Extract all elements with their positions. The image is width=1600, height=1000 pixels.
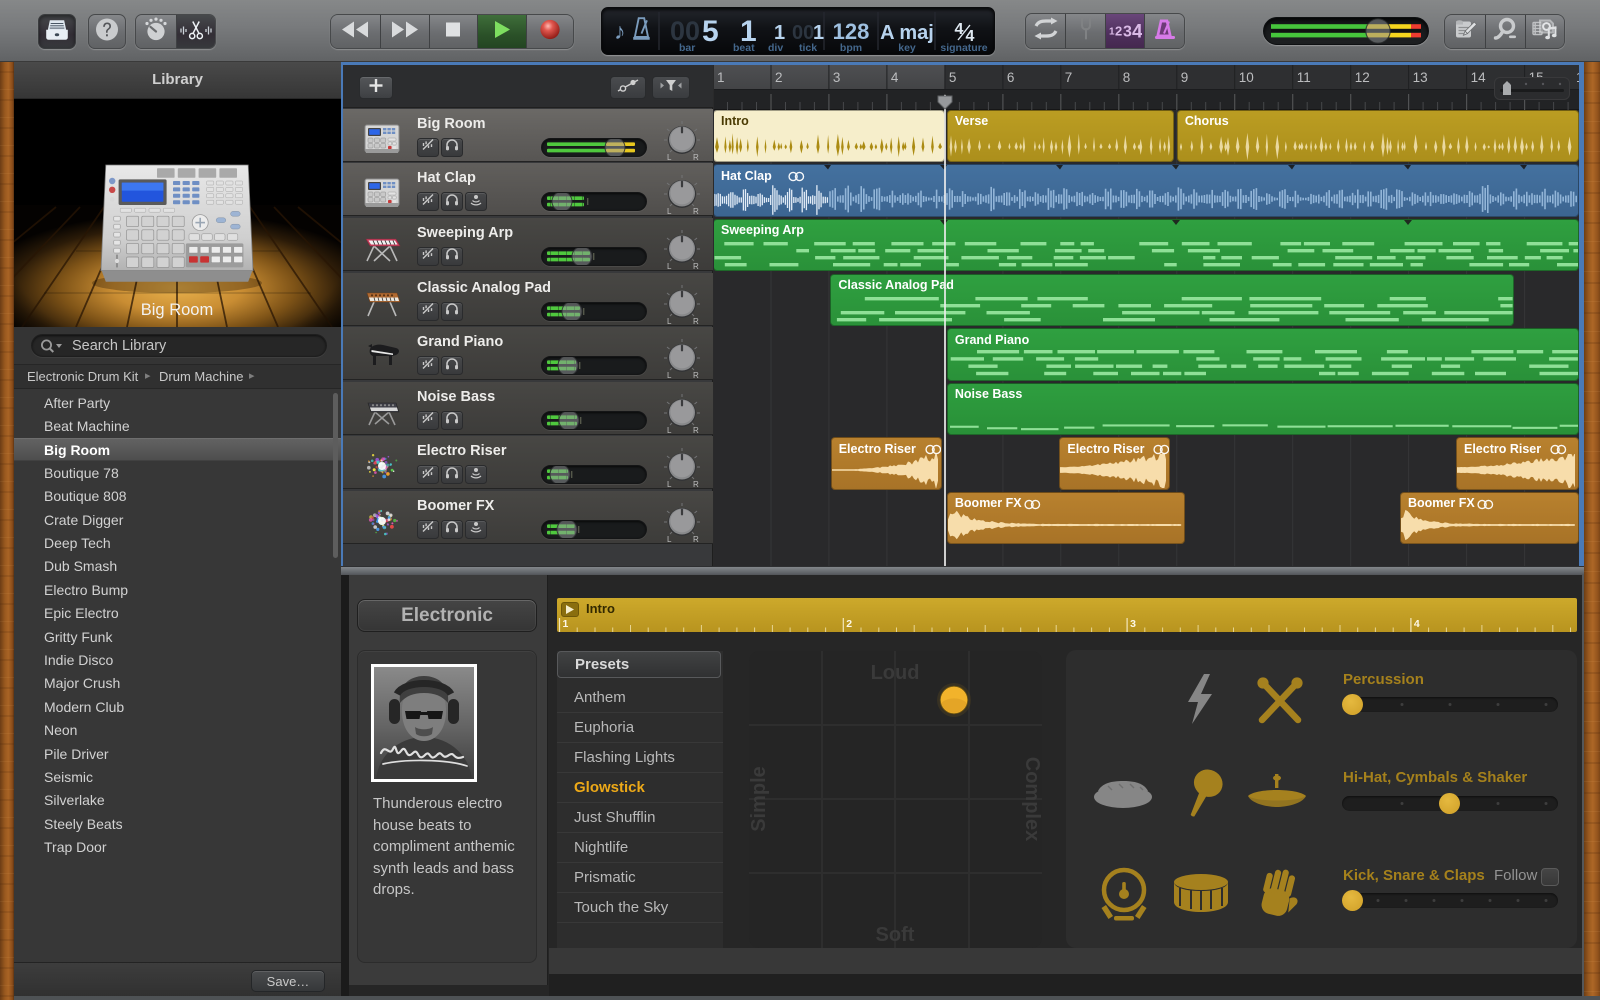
svg-text:00: 00 bbox=[792, 22, 814, 44]
svg-text:L: L bbox=[667, 371, 672, 380]
svg-text:10: 10 bbox=[1239, 70, 1254, 85]
svg-text:A maj: A maj bbox=[880, 22, 934, 44]
svg-text:6: 6 bbox=[1007, 70, 1015, 85]
svg-text:4: 4 bbox=[891, 70, 899, 85]
svg-text:4: 4 bbox=[1414, 618, 1420, 630]
svg-text:Big Room: Big Room bbox=[141, 301, 213, 319]
svg-text:♪: ♪ bbox=[614, 18, 626, 44]
svg-text:tick: tick bbox=[799, 42, 817, 54]
svg-text:R: R bbox=[693, 207, 699, 216]
svg-text:L: L bbox=[667, 535, 672, 544]
svg-text:13: 13 bbox=[1413, 70, 1428, 85]
svg-text:5: 5 bbox=[949, 70, 957, 85]
svg-text:key: key bbox=[898, 42, 916, 54]
svg-text:bar: bar bbox=[679, 42, 695, 54]
svg-text:9: 9 bbox=[1181, 70, 1189, 85]
svg-text:div: div bbox=[768, 42, 783, 54]
svg-text:2: 2 bbox=[1115, 24, 1122, 39]
svg-text:14: 14 bbox=[1471, 70, 1487, 85]
svg-text:L: L bbox=[667, 262, 672, 271]
svg-text:signature: signature bbox=[940, 42, 987, 54]
svg-text:Loud: Loud bbox=[871, 662, 920, 684]
svg-text:3: 3 bbox=[1123, 24, 1132, 40]
svg-text:5: 5 bbox=[702, 15, 719, 48]
svg-text:L: L bbox=[667, 317, 672, 326]
svg-text:2: 2 bbox=[846, 618, 852, 630]
svg-text:1: 1 bbox=[717, 70, 725, 85]
svg-text:11: 11 bbox=[1297, 70, 1311, 85]
svg-text:R: R bbox=[693, 153, 699, 162]
svg-text:1: 1 bbox=[1576, 70, 1579, 85]
svg-text:4: 4 bbox=[1132, 22, 1142, 40]
svg-text:1: 1 bbox=[813, 22, 824, 44]
svg-text:7: 7 bbox=[1065, 70, 1073, 85]
svg-text:8: 8 bbox=[1123, 70, 1131, 85]
svg-text:12: 12 bbox=[1355, 70, 1370, 85]
svg-text:L: L bbox=[667, 426, 672, 435]
svg-text:R: R bbox=[693, 426, 699, 435]
svg-text:L: L bbox=[667, 153, 672, 162]
svg-text:Soft: Soft bbox=[876, 924, 915, 946]
svg-text:beat: beat bbox=[733, 42, 755, 54]
svg-text:3: 3 bbox=[833, 70, 841, 85]
svg-text:1: 1 bbox=[774, 22, 785, 44]
svg-text:R: R bbox=[693, 371, 699, 380]
svg-text:R: R bbox=[693, 480, 699, 489]
svg-text:L: L bbox=[667, 480, 672, 489]
svg-text:bpm: bpm bbox=[840, 42, 862, 54]
svg-text:2: 2 bbox=[775, 70, 783, 85]
svg-text:R: R bbox=[693, 262, 699, 271]
svg-text:3: 3 bbox=[1130, 618, 1136, 630]
svg-text:128: 128 bbox=[833, 19, 870, 44]
svg-text:L: L bbox=[667, 207, 672, 216]
svg-text:R: R bbox=[693, 535, 699, 544]
svg-text:1: 1 bbox=[563, 618, 569, 630]
svg-text:R: R bbox=[693, 317, 699, 326]
svg-text:Complex: Complex bbox=[1021, 757, 1042, 841]
svg-text:Simple: Simple bbox=[749, 766, 770, 832]
